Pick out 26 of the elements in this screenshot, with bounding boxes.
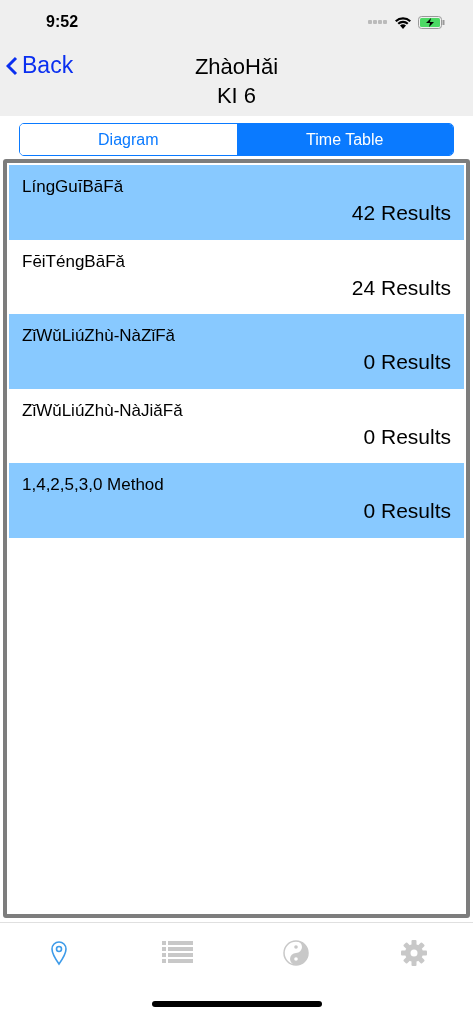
map-pin-icon xyxy=(50,940,69,966)
segment-tab[interactable]: Time Table xyxy=(236,124,453,155)
method-name: FēiTéngBāFǎ xyxy=(22,251,125,272)
signal-icon xyxy=(368,20,388,24)
yin-yang-icon xyxy=(282,940,309,966)
nav-subtitle: KI 6 xyxy=(216,82,257,110)
method-row[interactable]: ZǐWǔLiúZhù-NàZǐFǎ 0 Results xyxy=(9,314,464,389)
settings-icon xyxy=(400,940,427,966)
result-count: 0 Results xyxy=(363,424,451,449)
result-count: 0 Results xyxy=(363,350,451,374)
method-row[interactable]: LíngGuīBāFǎ 42 Results xyxy=(9,165,464,240)
method-name: ZǐWǔLiúZhù-NàZǐFǎ xyxy=(22,326,176,346)
method-row[interactable]: 1,4,2,5,3,0 Method 0 Results xyxy=(9,463,464,538)
list-icon xyxy=(161,941,193,965)
method-name: LíngGuīBāFǎ xyxy=(22,177,124,197)
status-time: 9:52 xyxy=(46,13,79,31)
method-name: 1,4,2,5,3,0 Method xyxy=(22,475,164,495)
battery-icon xyxy=(418,15,445,29)
result-count: 0 Results xyxy=(363,499,451,523)
back-button[interactable]: Back xyxy=(6,52,74,79)
wifi-icon xyxy=(394,15,412,29)
nav-title: ZhàoHǎi xyxy=(194,53,279,81)
result-count: 24 Results xyxy=(351,275,451,300)
result-count: 42 Results xyxy=(351,201,451,225)
method-name: ZǐWǔLiúZhù-NàJiǎFǎ xyxy=(22,400,183,421)
chevron-left-icon xyxy=(6,55,18,76)
